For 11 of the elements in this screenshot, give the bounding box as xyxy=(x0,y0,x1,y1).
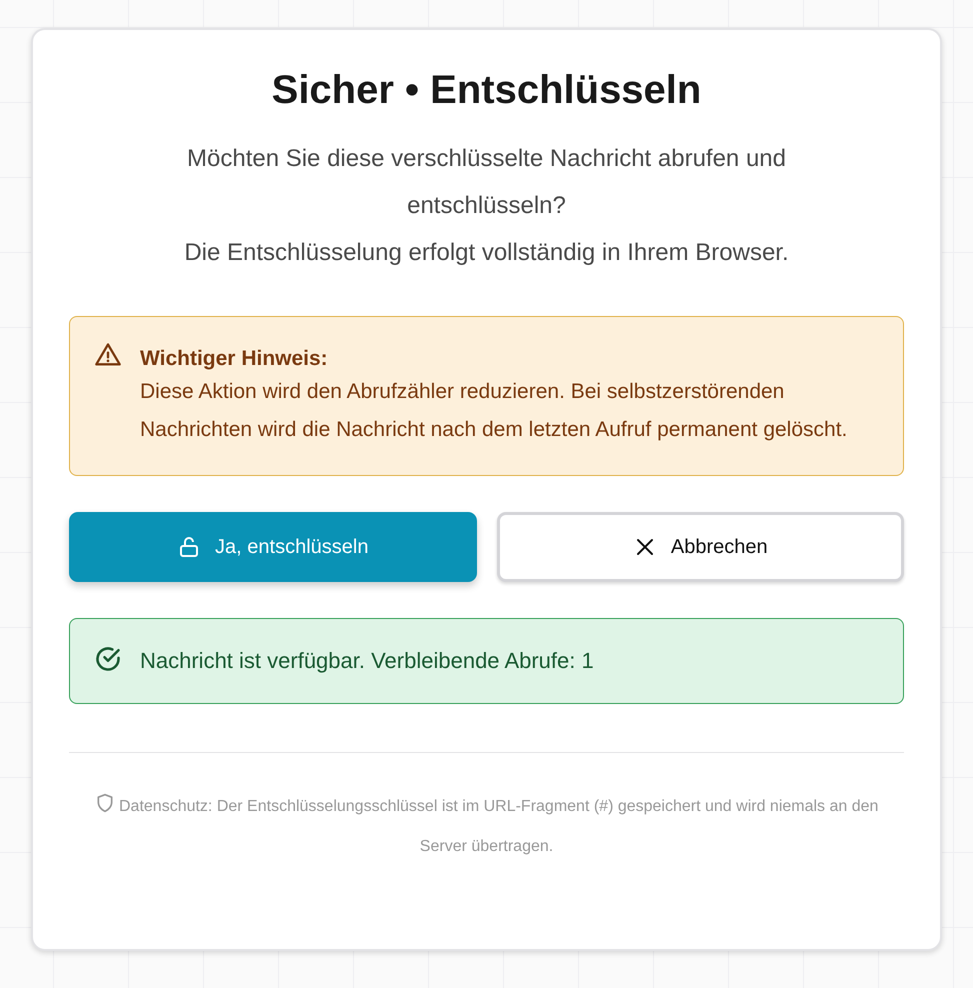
shield-icon xyxy=(94,792,115,814)
intro-text: Möchten Sie diese verschlüsselte Nachricht abrufen und entschlüsseln? xyxy=(186,144,787,221)
warning-text: Diese Aktion wird den Abrufzähler reduzieren. Bei selbstzerstörenden Nachrichten wird die Nachricht nach dem letzten Aufruf permanent gelöscht. xyxy=(140,379,848,443)
cancel-button[interactable]: Abbrechen xyxy=(496,512,904,582)
decrypt-button[interactable]: Ja, entschlüsseln xyxy=(69,512,476,582)
privacy-note: Datenschutz: Der Entschlüsselungsschlüssel ist im URL-Fragment (#) gespeichert und wird niemals an den Server übertragen. xyxy=(69,787,904,867)
warning-title: Wichtiger Hinweis: xyxy=(140,346,329,372)
intro-text: Die Entschlüsselung erfolgt vollständig in Ihrem Browser. xyxy=(183,238,790,268)
dialog-title: Sicher • Entschlüsseln xyxy=(270,68,702,113)
status-text: Nachricht ist verfügbar. Verbleibende Abrufe: 1 xyxy=(140,647,594,675)
check-circle-icon xyxy=(94,645,122,673)
